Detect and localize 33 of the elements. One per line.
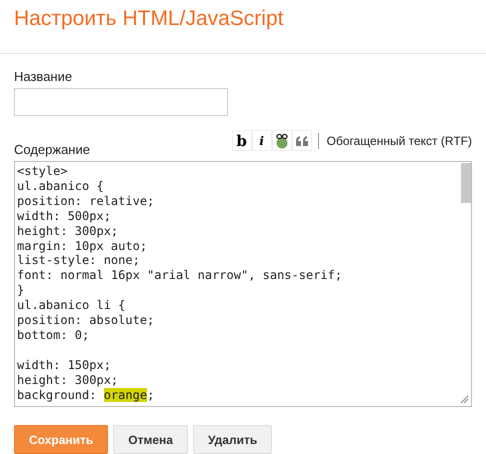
page-title: Настроить HTML/JavaScript bbox=[0, 0, 486, 54]
code-line: ul.abanico li { bbox=[17, 298, 126, 312]
code-line: width: 500px; bbox=[17, 208, 111, 223]
rich-text-link[interactable]: Обогащенный текст (RTF) bbox=[326, 134, 472, 148]
code-line: ul.abanico { bbox=[17, 178, 104, 193]
resize-grip-icon[interactable] bbox=[460, 395, 469, 404]
action-button[interactable]: Отмена bbox=[113, 425, 188, 454]
code-line: position: absolute; bbox=[17, 313, 154, 328]
code-textarea[interactable] bbox=[14, 161, 472, 407]
code-line: font: normal 16px "arial narrow", sans-serif; bbox=[17, 268, 342, 282]
action-button[interactable]: Удалить bbox=[192, 425, 272, 454]
italic-button[interactable]: i bbox=[252, 130, 272, 151]
link-icon bbox=[274, 132, 289, 148]
code-line: list-style: none; bbox=[17, 253, 140, 268]
name-label: Название bbox=[14, 69, 74, 84]
scrollbar-thumb[interactable] bbox=[461, 163, 471, 203]
code-line: } bbox=[17, 283, 24, 298]
code-text: background: bbox=[17, 388, 98, 402]
name-input-field[interactable] bbox=[14, 88, 228, 116]
link-button[interactable] bbox=[272, 130, 292, 151]
bold-button[interactable]: b bbox=[232, 130, 252, 151]
code-text: orange bbox=[104, 388, 148, 402]
code-line: position: relative; bbox=[17, 194, 154, 208]
quote-icon bbox=[296, 136, 308, 146]
code-line: bottom: 0; bbox=[17, 328, 90, 342]
code-line: height: 300px; bbox=[17, 224, 118, 238]
code-line: <style> bbox=[17, 164, 68, 178]
code-line: margin: 10px auto; bbox=[17, 238, 148, 253]
code-line: height: 300px; bbox=[17, 372, 118, 387]
content-label: Содержание bbox=[14, 142, 90, 157]
code-text: ; bbox=[147, 388, 154, 402]
code-line: width: 150px; bbox=[17, 358, 111, 372]
quote-button[interactable] bbox=[292, 130, 312, 151]
